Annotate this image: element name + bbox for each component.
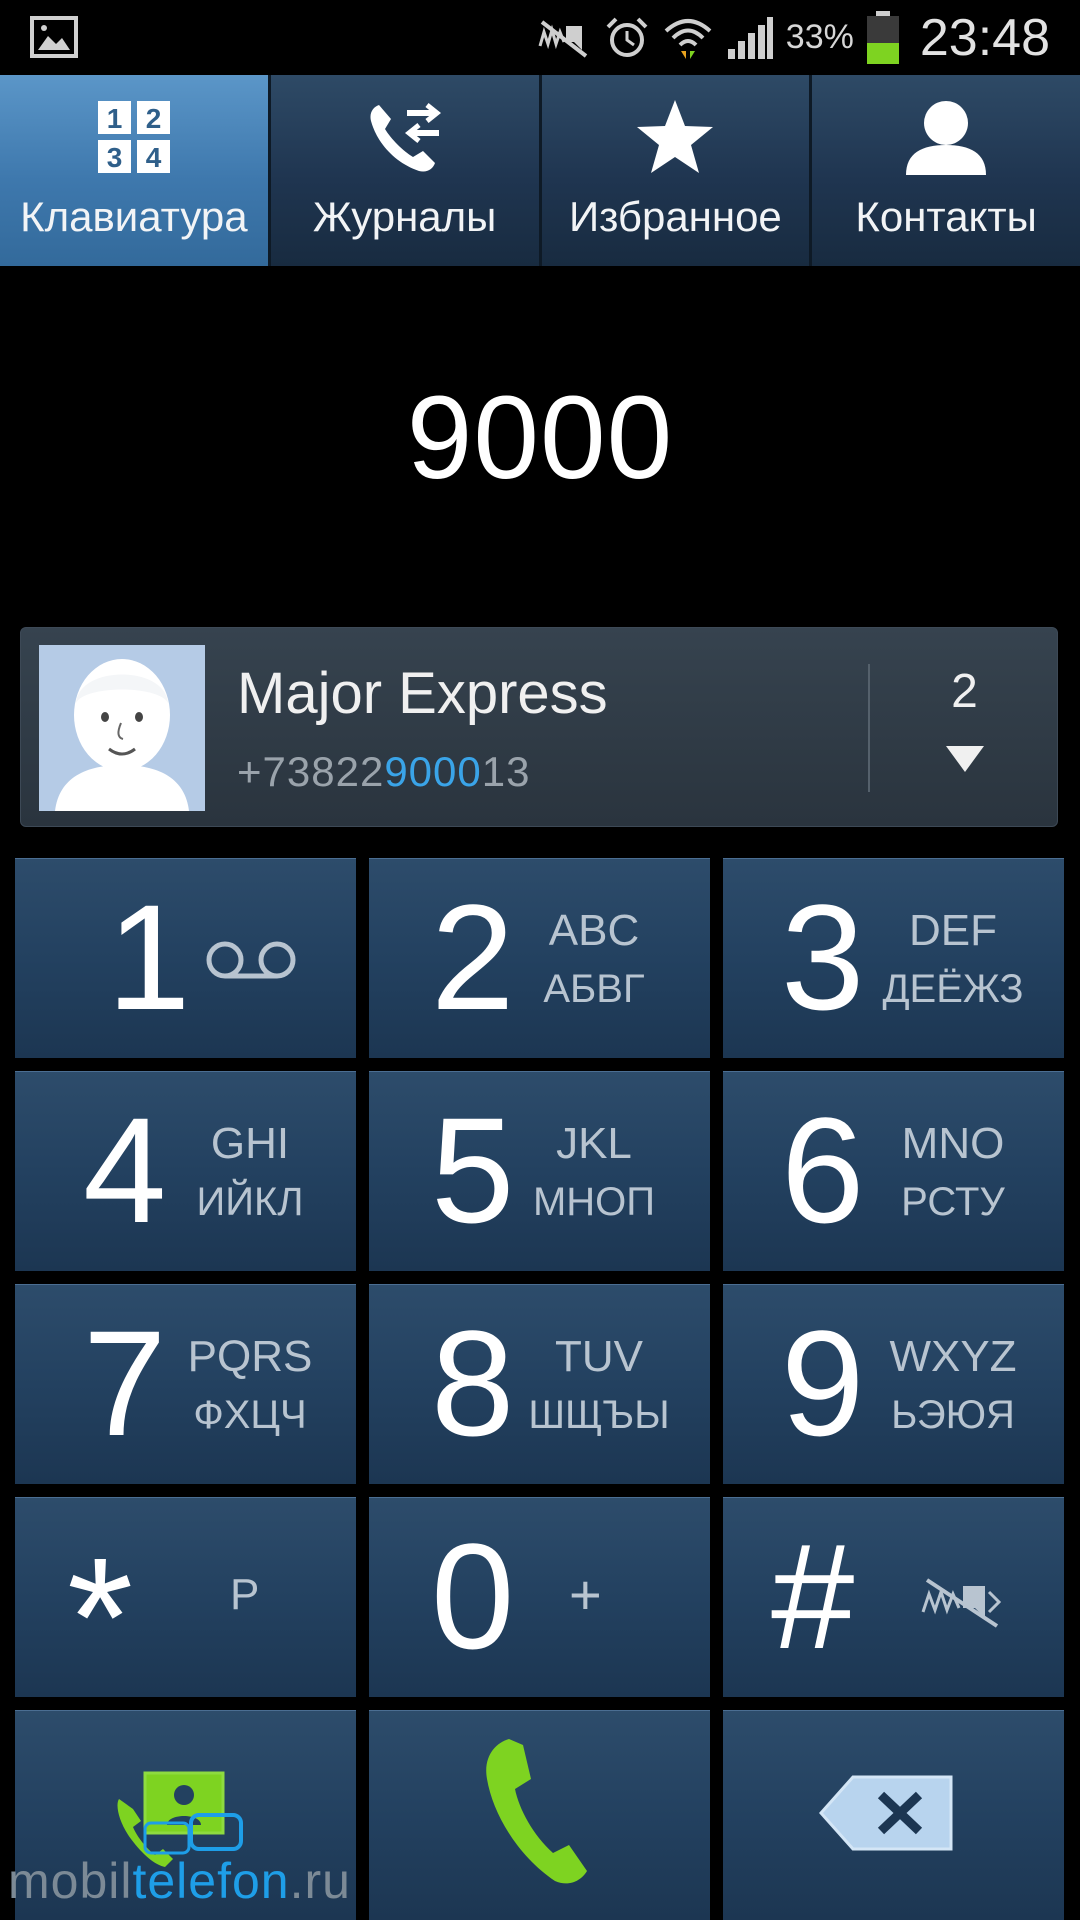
wifi-icon xyxy=(662,15,714,61)
battery-icon xyxy=(866,10,900,65)
key-letters: TUV ШЩЪЫ xyxy=(528,1332,670,1437)
key-letters: ABC АБВГ xyxy=(543,906,645,1011)
key-digit: 5 xyxy=(431,1086,515,1254)
key-sub: P xyxy=(230,1570,260,1619)
key-digit: * xyxy=(67,1523,134,1713)
key-letters: DEF ДЕЁЖЗ xyxy=(882,906,1024,1011)
tab-favorites-label: Избранное xyxy=(568,193,782,240)
key-letters: JKL МНОП xyxy=(532,1119,656,1224)
key-6[interactable]: 6 MNO РСТУ xyxy=(723,1071,1064,1271)
phone-match: 9000 xyxy=(384,748,482,795)
battery-percent: 33% xyxy=(785,18,854,56)
key-digit: 8 xyxy=(431,1299,515,1467)
key-digit: 4 xyxy=(83,1086,167,1254)
expand-arrow-icon[interactable] xyxy=(946,746,984,777)
star-icon xyxy=(542,97,810,177)
key-digit: 3 xyxy=(781,873,865,1041)
key-digit: 9 xyxy=(781,1299,865,1467)
tab-logs[interactable]: Журналы xyxy=(270,75,539,266)
voicemail-icon xyxy=(205,939,297,986)
call-button[interactable] xyxy=(369,1710,710,1920)
tab-keypad-label: Клавиатура xyxy=(20,193,248,240)
backspace-button[interactable] xyxy=(723,1710,1064,1920)
call-icon xyxy=(477,1735,597,1890)
key-digit: # xyxy=(771,1512,855,1680)
alarm-icon xyxy=(604,15,650,61)
phone-suffix: 13 xyxy=(481,748,531,795)
key-letters: PQRS ФХЦЧ xyxy=(187,1332,313,1437)
mute-icon xyxy=(919,1576,1003,1633)
key-digit: 2 xyxy=(431,873,515,1041)
keypad-icon: 1 2 3 4 xyxy=(0,97,268,177)
watermark: mobiltelefon.ru xyxy=(8,1853,351,1909)
status-bar: 33% 23:48 xyxy=(0,0,1080,75)
tab-keypad[interactable]: 1 2 3 4 Клавиатура xyxy=(0,75,268,266)
svg-text:3: 3 xyxy=(107,142,123,173)
key-hash[interactable]: # xyxy=(723,1497,1064,1697)
call-log-icon xyxy=(271,97,539,177)
tab-favorites[interactable]: Избранное xyxy=(541,75,810,266)
key-sub: + xyxy=(569,1563,602,1626)
contact-name: Major Express xyxy=(237,661,608,726)
key-digit: 7 xyxy=(83,1299,167,1467)
key-7[interactable]: 7 PQRS ФХЦЧ xyxy=(15,1284,356,1484)
tab-contacts-label: Контакты xyxy=(855,193,1037,240)
signal-icon xyxy=(726,15,774,61)
key-letters: WXYZ ЬЭЮЯ xyxy=(889,1332,1017,1437)
key-star[interactable]: * P xyxy=(15,1497,356,1708)
key-digit: 1 xyxy=(107,873,191,1041)
gallery-notification-icon xyxy=(30,16,78,63)
key-0[interactable]: 0 + xyxy=(369,1497,710,1697)
match-count[interactable]: 2 xyxy=(870,664,1059,719)
key-letters: MNO РСТУ xyxy=(901,1119,1005,1224)
avatar xyxy=(39,645,205,811)
status-time: 23:48 xyxy=(919,8,1050,67)
backspace-icon xyxy=(818,1775,955,1856)
contact-icon xyxy=(812,97,1080,177)
svg-text:4: 4 xyxy=(146,142,162,173)
key-2[interactable]: 2 ABC АБВГ xyxy=(369,858,710,1058)
key-1[interactable]: 1 xyxy=(15,858,356,1058)
key-digit: 0 xyxy=(431,1512,515,1680)
key-3[interactable]: 3 DEF ДЕЁЖЗ xyxy=(723,858,1064,1058)
key-8[interactable]: 8 TUV ШЩЪЫ xyxy=(369,1284,710,1484)
contact-phone: +73822900013 xyxy=(237,748,530,796)
key-4[interactable]: 4 GHI ИЙКЛ xyxy=(15,1071,356,1271)
tab-bar: 1 2 3 4 Клавиатура Журналы Избранное Кон… xyxy=(0,75,1080,266)
key-5[interactable]: 5 JKL МНОП xyxy=(369,1071,710,1271)
key-9[interactable]: 9 WXYZ ЬЭЮЯ xyxy=(723,1284,1064,1484)
contact-suggestion[interactable]: Major Express +73822900013 2 xyxy=(20,627,1058,827)
dialed-number[interactable]: 9000 xyxy=(0,370,1080,506)
key-letters: GHI ИЙКЛ xyxy=(196,1119,304,1224)
mute-icon xyxy=(536,18,592,58)
key-digit: 6 xyxy=(781,1086,865,1254)
svg-text:1: 1 xyxy=(107,103,123,134)
tab-contacts[interactable]: Контакты xyxy=(812,75,1080,266)
tab-logs-label: Журналы xyxy=(312,193,497,240)
phone-prefix: +73822 xyxy=(237,748,385,795)
svg-text:2: 2 xyxy=(146,103,162,134)
